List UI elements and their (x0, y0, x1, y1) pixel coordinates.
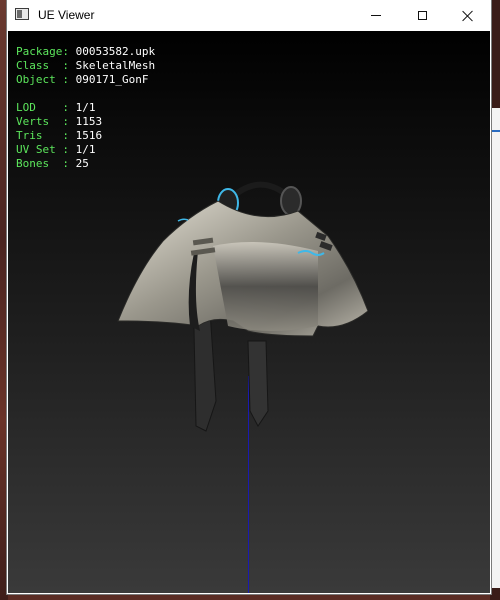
background-panel (491, 108, 500, 588)
app-window-icon (15, 8, 29, 20)
close-icon (462, 10, 474, 22)
window-title: UE Viewer (38, 8, 95, 22)
minimize-button[interactable] (353, 0, 399, 31)
maximize-icon (417, 11, 427, 20)
minimize-icon (371, 15, 381, 16)
background-window-edge (490, 0, 500, 600)
info-row-class: Class : SkeletalMesh (16, 59, 156, 72)
mesh-strap-right (247, 340, 269, 427)
3d-viewport[interactable]: Package: 00053582.upk Class : SkeletalMe… (8, 31, 490, 593)
info-row-verts: Verts : 1153 (16, 115, 103, 128)
maximize-button[interactable] (399, 0, 445, 31)
info-row-object: Object : 090171_GonF (16, 73, 149, 86)
info-row-package: Package: 00053582.upk (16, 45, 156, 58)
close-button[interactable] (445, 0, 491, 31)
ue-viewer-window: UE Viewer Package: 00053582.upk Class : … (7, 0, 491, 594)
info-row-lod: LOD : 1/1 (16, 101, 96, 114)
mesh-torso (213, 242, 318, 331)
background-accent-line (491, 130, 500, 132)
title-bar[interactable]: UE Viewer (7, 0, 491, 31)
skeletal-mesh-model[interactable] (98, 141, 368, 441)
